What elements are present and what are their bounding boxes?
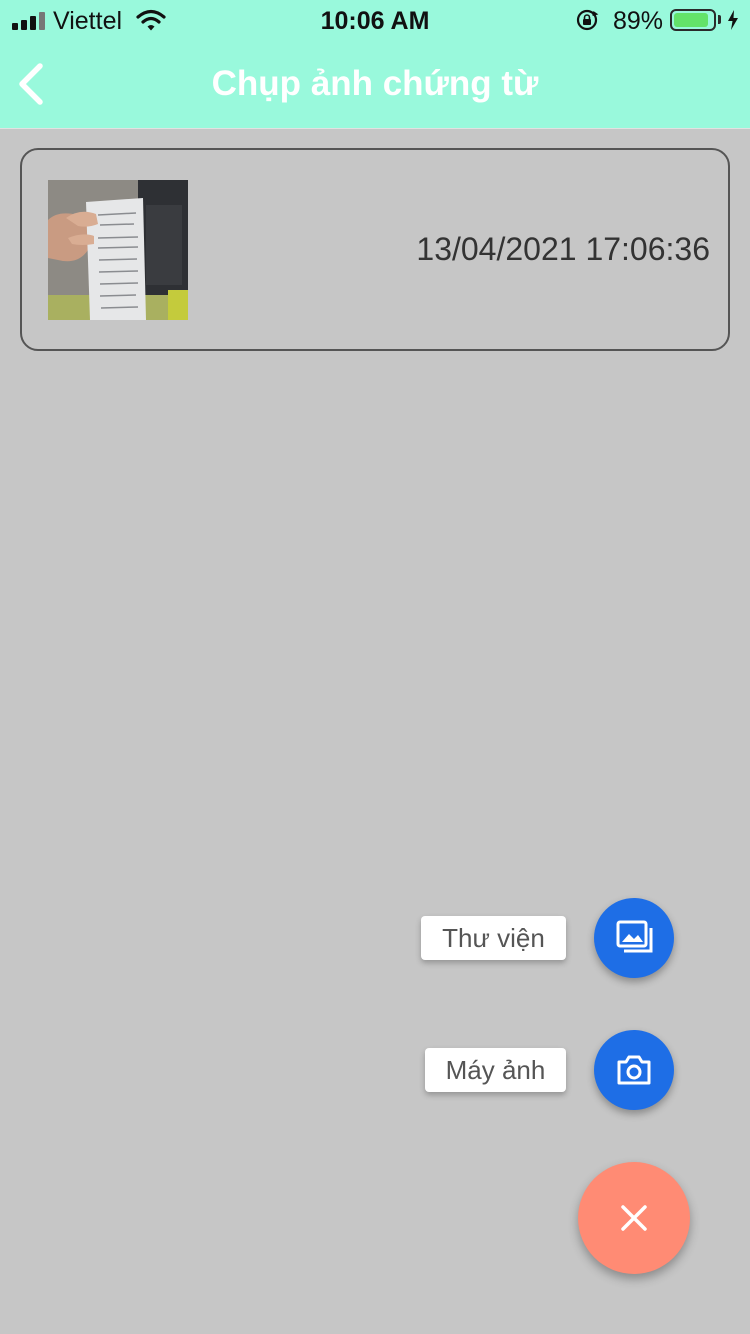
receipt-photo-image: [48, 180, 188, 320]
close-fab-button[interactable]: [578, 1162, 690, 1274]
battery-percentage: 89%: [613, 7, 664, 35]
document-thumbnail[interactable]: [48, 180, 188, 320]
document-card[interactable]: 13/04/2021 17:06:36: [20, 148, 730, 351]
charging-icon: [728, 10, 738, 30]
camera-icon: [617, 1055, 651, 1085]
document-timestamp: 13/04/2021 17:06:36: [416, 231, 710, 267]
photo-library-icon: [616, 920, 653, 953]
battery-level-fill: [674, 13, 708, 27]
close-icon: [621, 1205, 647, 1231]
camera-button[interactable]: [594, 1030, 674, 1110]
library-label[interactable]: Thư viện: [421, 916, 566, 960]
battery-icon: [670, 9, 716, 31]
page-title: Chụp ảnh chứng từ: [211, 64, 539, 103]
library-button[interactable]: [594, 898, 674, 978]
battery-tip: [718, 15, 721, 24]
rotation-lock-icon: [576, 9, 599, 31]
nav-bar: Chụp ảnh chứng từ: [0, 40, 750, 129]
status-bar: Viettel 10:06 AM 89%: [0, 0, 750, 40]
camera-label[interactable]: Máy ảnh: [425, 1048, 566, 1092]
